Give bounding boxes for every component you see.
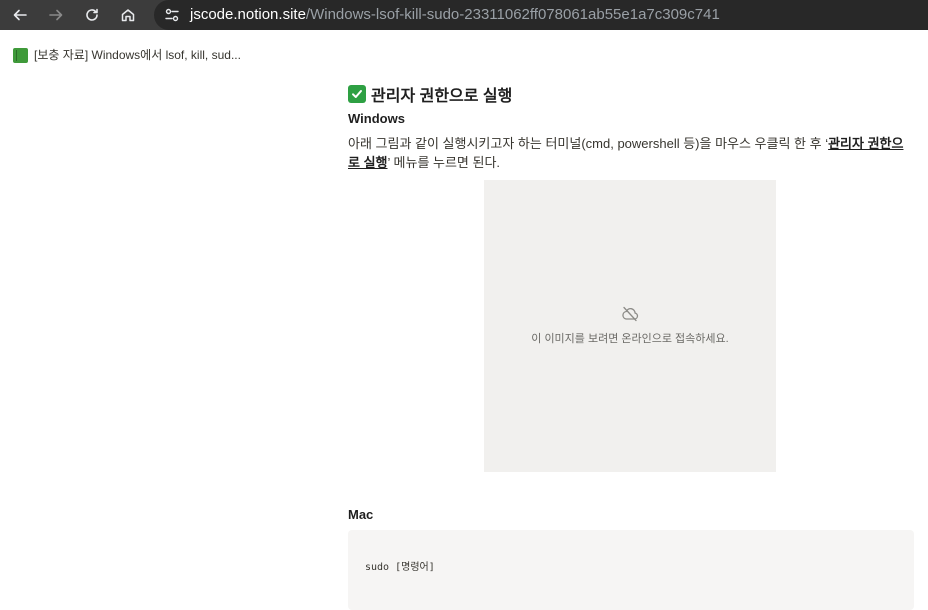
green-book-icon	[13, 48, 28, 63]
breadcrumb[interactable]: [보충 자료] Windows에서 lsof, kill, sud...	[34, 48, 241, 63]
image-placeholder: 이 이미지를 보려면 온라인으로 접속하세요.	[484, 180, 776, 472]
url-host: jscode.notion.site	[190, 6, 306, 23]
windows-paragraph: 아래 그림과 같이 실행시키고자 하는 터미널(cmd, powershell …	[348, 134, 908, 172]
offline-message: 이 이미지를 보려면 온라인으로 접속하세요.	[531, 333, 729, 345]
url-text[interactable]: jscode.notion.site/Windows-lsof-kill-sud…	[190, 5, 720, 25]
browser-toolbar: jscode.notion.site/Windows-lsof-kill-sud…	[0, 0, 928, 30]
code-text: sudo [명령어]	[365, 562, 435, 573]
back-icon[interactable]	[8, 3, 32, 27]
check-mark-icon	[348, 85, 366, 103]
windows-heading: Windows	[348, 111, 405, 126]
cloud-off-icon	[621, 306, 639, 322]
windows-text-before: 아래 그림과 같이 실행시키고자 하는 터미널(cmd, powershell …	[348, 136, 829, 151]
notion-topbar: [보충 자료] Windows에서 lsof, kill, sud...	[0, 38, 928, 74]
url-path: /Windows-lsof-kill-sudo-23311062ff078061…	[305, 6, 720, 23]
section-heading-text: 관리자 권한으로 실행	[371, 88, 513, 105]
code-block[interactable]: sudo [명령어]	[348, 530, 914, 610]
forward-icon[interactable]	[44, 3, 68, 27]
section-heading: 관리자 권한으로 실행	[348, 82, 512, 106]
windows-text-after: ’ 메뉴를 누르면 된다.	[387, 155, 501, 170]
site-info-icon[interactable]	[164, 7, 180, 23]
address-bar[interactable]: jscode.notion.site/Windows-lsof-kill-sud…	[154, 0, 928, 30]
reload-icon[interactable]	[80, 3, 104, 27]
mac-heading: Mac	[348, 507, 374, 522]
home-icon[interactable]	[116, 3, 140, 27]
